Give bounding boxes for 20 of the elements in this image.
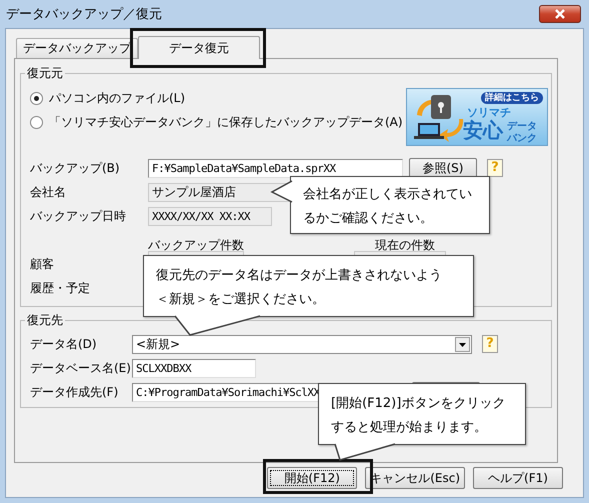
banner-subtitle: データ [507,120,537,133]
hint-tooltip: 会社名が正しく表示されているかご確認ください。 [290,176,490,234]
readonly-field: XXXX/XX/XX XX:XX [148,206,272,226]
field-label: データ名(D) [30,336,98,352]
field-label: データベース名(E) [30,360,132,376]
banner-subtitle: バンク [507,132,537,145]
row-label: 顧客 [30,256,55,272]
banner-brand: ソリマチ [467,105,511,120]
window-title: データバックアップ／復元 [5,6,162,23]
column-header: バックアップ件数 [148,238,245,252]
group-legend: 復元先 [25,312,65,329]
group-legend: 復元元 [25,65,65,82]
field-label: 会社名 [30,184,67,200]
field-label: データ作成先(F) [30,384,120,400]
field-label: バックアップ日時 [30,208,127,224]
column-header: 現在の件数 [375,238,435,252]
field-label: バックアップ(B) [30,160,121,176]
row-label: 履歴・予定 [30,280,91,296]
banner-title: 安心 [463,118,503,142]
details-badge: 詳細はこちら [481,92,543,104]
